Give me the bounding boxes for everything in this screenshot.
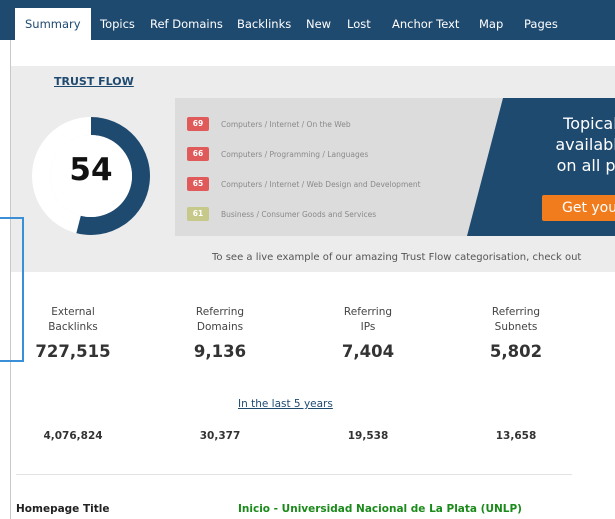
tab-topics[interactable]: Topics [100,8,135,40]
trust-flow-title[interactable]: TRUST FLOW [54,75,134,88]
topic-row: 66 Computers / Programming / Languages [187,146,368,162]
stat-value-referring-subnets[interactable]: 5,802 [461,342,571,361]
stat-label-referring-ips: Referring IPs [343,306,393,333]
selection-frame [0,217,24,362]
tab-pages[interactable]: Pages [524,8,558,40]
tab-map[interactable]: Map [479,8,503,40]
topic-label: Business / Consumer Goods and Services [221,209,377,219]
tab-ref-domains[interactable]: Ref Domains [150,8,223,40]
history-value-referring-ips[interactable]: 19,538 [313,430,423,442]
tab-bar: Summary Topics Ref Domains Backlinks New… [0,0,615,40]
homepage-title-label: Homepage Title [16,503,110,515]
topic-score-badge: 61 [187,207,209,221]
stat-value-external-backlinks[interactable]: 727,515 [18,342,128,361]
history-value-referring-subnets[interactable]: 13,658 [461,430,571,442]
tab-lost[interactable]: Lost [347,8,371,40]
live-example-note: To see a live example of our amazing Tru… [212,252,582,263]
topic-label: Computers / Internet / On the Web [221,119,351,129]
stat-value-referring-domains[interactable]: 9,136 [165,342,275,361]
tab-summary[interactable]: Summary [15,8,91,40]
topic-row: 61 Business / Consumer Goods and Service… [187,206,376,222]
promo-text-line: available for [555,135,615,154]
trust-flow-value: 54 [69,152,113,188]
get-topical-trust-flow-button[interactable]: Get you [542,195,615,221]
tab-backlinks[interactable]: Backlinks [237,8,291,40]
promo-text-line: on all paid s [556,156,615,175]
topic-score-badge: 66 [187,147,209,161]
history-value-external-backlinks[interactable]: 4,076,824 [18,430,128,442]
tab-anchor-text[interactable]: Anchor Text [392,8,459,40]
topic-label: Computers / Programming / Languages [221,149,369,159]
period-link[interactable]: In the last 5 years [238,398,333,410]
history-value-referring-domains[interactable]: 30,377 [165,430,275,442]
homepage-title-value: Inicio - Universidad Nacional de La Plat… [238,503,522,515]
topic-score-badge: 65 [187,177,209,191]
promo-text-line: Topical Tru [563,114,615,133]
stat-value-referring-ips[interactable]: 7,404 [313,342,423,361]
section-divider [16,474,572,475]
stat-label-referring-subnets: Referring Subnets [491,306,541,333]
tab-new[interactable]: New [306,8,331,40]
stat-label-referring-domains: Referring Domains [195,306,245,333]
topic-score-badge: 69 [187,117,209,131]
topic-row: 69 Computers / Internet / On the Web [187,116,351,132]
topic-row: 65 Computers / Internet / Web Design and… [187,176,421,192]
topical-trust-flow-promo: 69 Computers / Internet / On the Web 66 … [175,98,615,236]
stat-label-external-backlinks: External Backlinks [48,306,98,333]
topic-label: Computers / Internet / Web Design and De… [221,179,421,189]
